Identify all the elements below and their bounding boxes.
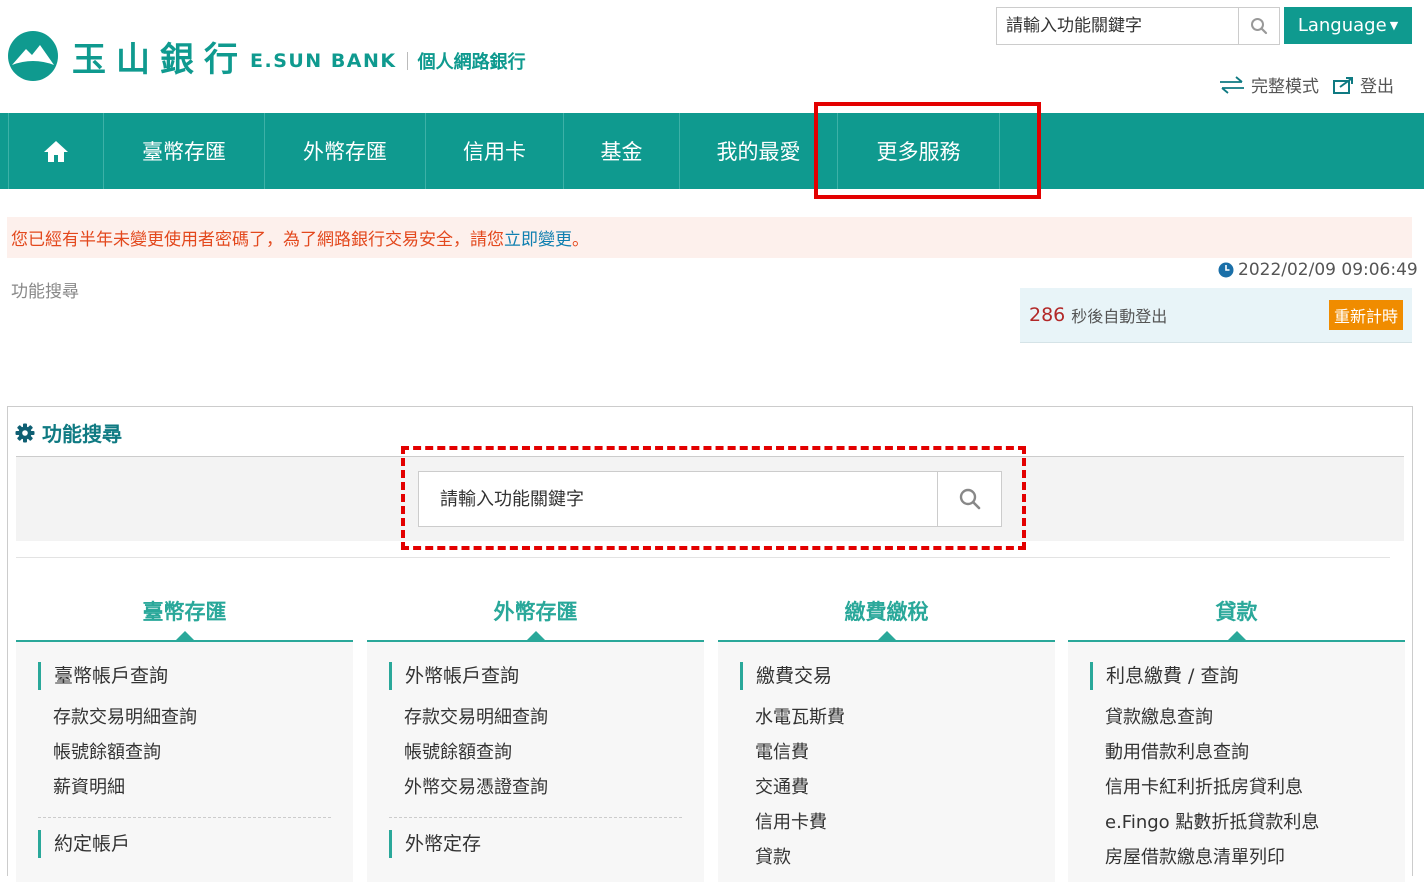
nav-home[interactable]: [8, 113, 104, 189]
column-title-text: 繳費繳稅: [844, 600, 929, 624]
brand-name-cn: 玉山銀行: [72, 39, 248, 80]
column-body: 臺幣帳戶查詢 存款交易明細查詢 帳號餘額查詢 薪資明細 約定帳戶: [16, 642, 353, 882]
function-search-button[interactable]: [937, 472, 1001, 526]
nav-label: 更多服務: [876, 140, 961, 164]
band-divider: [16, 557, 1390, 558]
password-notice: 您已經有半年未變更使用者密碼了，為了網路銀行交易安全，請您 立即變更。: [7, 217, 1412, 258]
logout-icon: [1333, 76, 1353, 94]
timer-text: 秒後自動登出: [1071, 307, 1168, 326]
home-icon: [44, 141, 68, 162]
category-column-twd: 臺幣存匯 臺幣帳戶查詢 存款交易明細查詢 帳號餘額查詢 薪資明細 約定帳戶: [16, 582, 353, 882]
reset-timer-button[interactable]: 重新計時: [1328, 300, 1403, 330]
pointer-triangle: [175, 631, 194, 640]
session-timer: 286 秒後自動登出 重新計時: [1020, 288, 1412, 343]
column-title[interactable]: 臺幣存匯: [16, 582, 353, 642]
datetime-value: 2022/02/09 09:06:49: [1238, 260, 1418, 280]
header-search: [996, 7, 1280, 45]
timer-seconds: 286: [1029, 304, 1066, 326]
list-item[interactable]: 交通費: [740, 770, 1033, 805]
language-label: Language: [1297, 15, 1387, 36]
nav-label: 臺幣存匯: [142, 140, 226, 164]
list-item[interactable]: 存款交易明細查詢: [389, 700, 682, 735]
list-item[interactable]: 貸款: [740, 840, 1033, 875]
column-title-text: 外幣存匯: [493, 600, 578, 624]
group-heading[interactable]: 繳費交易: [740, 662, 1033, 690]
group-heading[interactable]: 約定帳戶: [38, 830, 331, 858]
nav-label: 外幣存匯: [303, 140, 387, 164]
column-title[interactable]: 貸款: [1068, 582, 1405, 642]
pointer-triangle: [877, 631, 896, 640]
nav-item-foreign[interactable]: 外幣存匯: [265, 113, 426, 189]
main-nav: 臺幣存匯 外幣存匯 信用卡 基金 我的最愛 更多服務: [0, 113, 1424, 189]
login-datetime: 2022/02/09 09:06:49: [1218, 260, 1418, 280]
clock-icon: [1218, 262, 1234, 278]
group-heading[interactable]: 利息繳費 / 查詢: [1090, 662, 1383, 690]
brand-separator: [406, 52, 408, 70]
header-search-input[interactable]: [997, 8, 1238, 44]
brand-logo[interactable]: 玉山銀行 E.SUN BANK 個人網路銀行: [8, 30, 526, 82]
logout-label: 登出: [1360, 77, 1394, 97]
nav-item-twd[interactable]: 臺幣存匯: [104, 113, 265, 189]
full-mode-label: 完整模式: [1251, 77, 1319, 97]
gear-icon: [15, 423, 35, 442]
list-item[interactable]: 存款交易明細查詢: [38, 700, 331, 735]
function-search: [418, 471, 1002, 527]
nav-item-more-services[interactable]: 更多服務: [838, 113, 1000, 189]
pointer-triangle: [1227, 631, 1246, 640]
notice-text: 您已經有半年未變更使用者密碼了，為了網路銀行交易安全，請您: [11, 230, 504, 250]
dashed-divider: [389, 817, 682, 818]
nav-label: 基金: [600, 140, 643, 164]
list-item[interactable]: 水電瓦斯費: [740, 700, 1033, 735]
column-title[interactable]: 外幣存匯: [367, 582, 704, 642]
category-column-loans: 貸款 利息繳費 / 查詢 貸款繳息查詢 動用借款利息查詢 信用卡紅利折抵房貸利息…: [1068, 582, 1405, 882]
column-title[interactable]: 繳費繳稅: [718, 582, 1055, 642]
column-body: 利息繳費 / 查詢 貸款繳息查詢 動用借款利息查詢 信用卡紅利折抵房貸利息 e.…: [1068, 642, 1405, 882]
group-heading[interactable]: 外幣帳戶查詢: [389, 662, 682, 690]
nav-label: 信用卡: [463, 140, 526, 164]
nav-item-credit-card[interactable]: 信用卡: [426, 113, 564, 189]
category-column-foreign: 外幣存匯 外幣帳戶查詢 存款交易明細查詢 帳號餘額查詢 外幣交易憑證查詢 外幣定…: [367, 582, 704, 882]
caret-down-icon: ▼: [1389, 19, 1399, 32]
list-item[interactable]: 薪資明細: [38, 770, 331, 805]
dashed-divider: [38, 817, 331, 818]
nav-item-fund[interactable]: 基金: [564, 113, 680, 189]
notice-end: 。: [572, 230, 589, 250]
list-item[interactable]: 電信費: [740, 735, 1033, 770]
column-title-text: 貸款: [1215, 600, 1258, 624]
list-item[interactable]: 房屋借款繳息清單列印: [1090, 840, 1383, 875]
header-links: 完整模式 登出: [1218, 72, 1394, 97]
column-body: 繳費交易 水電瓦斯費 電信費 交通費 信用卡費 貸款: [718, 642, 1055, 882]
brand-name-en: E.SUN BANK: [250, 50, 397, 72]
column-body: 外幣帳戶查詢 存款交易明細查詢 帳號餘額查詢 外幣交易憑證查詢 外幣定存: [367, 642, 704, 882]
change-password-link[interactable]: 立即變更: [504, 225, 572, 250]
function-search-input[interactable]: [419, 472, 937, 526]
panel-title: 功能搜尋: [15, 418, 122, 447]
list-item[interactable]: 信用卡費: [740, 805, 1033, 840]
list-item[interactable]: 貸款繳息查詢: [1090, 700, 1383, 735]
brand-subtitle: 個人網路銀行: [417, 52, 526, 73]
search-icon: [959, 488, 980, 510]
list-item[interactable]: 外幣交易憑證查詢: [389, 770, 682, 805]
esun-mountain-icon: [8, 31, 58, 81]
breadcrumb: 功能搜尋: [11, 282, 79, 302]
list-item[interactable]: e.Fingo 點數折抵貸款利息: [1090, 805, 1383, 840]
nav-label: 我的最愛: [716, 140, 801, 164]
category-column-payments: 繳費繳稅 繳費交易 水電瓦斯費 電信費 交通費 信用卡費 貸款: [718, 582, 1055, 882]
group-heading[interactable]: 臺幣帳戶查詢: [38, 662, 331, 690]
logout-link[interactable]: 登出: [1333, 72, 1394, 97]
list-item[interactable]: 動用借款利息查詢: [1090, 735, 1383, 770]
pointer-triangle: [526, 631, 545, 640]
switch-arrows-icon: [1220, 75, 1244, 94]
panel-title-text: 功能搜尋: [42, 422, 122, 446]
nav-item-favorites[interactable]: 我的最愛: [680, 113, 838, 189]
group-heading[interactable]: 外幣定存: [389, 830, 682, 858]
language-button[interactable]: Language ▼: [1284, 7, 1412, 44]
list-item[interactable]: 帳號餘額查詢: [389, 735, 682, 770]
search-icon: [1251, 18, 1268, 35]
header-search-button[interactable]: [1238, 8, 1279, 44]
list-item[interactable]: 信用卡紅利折抵房貸利息: [1090, 770, 1383, 805]
full-mode-link[interactable]: 完整模式: [1218, 72, 1319, 97]
column-title-text: 臺幣存匯: [142, 600, 227, 624]
list-item[interactable]: 帳號餘額查詢: [38, 735, 331, 770]
